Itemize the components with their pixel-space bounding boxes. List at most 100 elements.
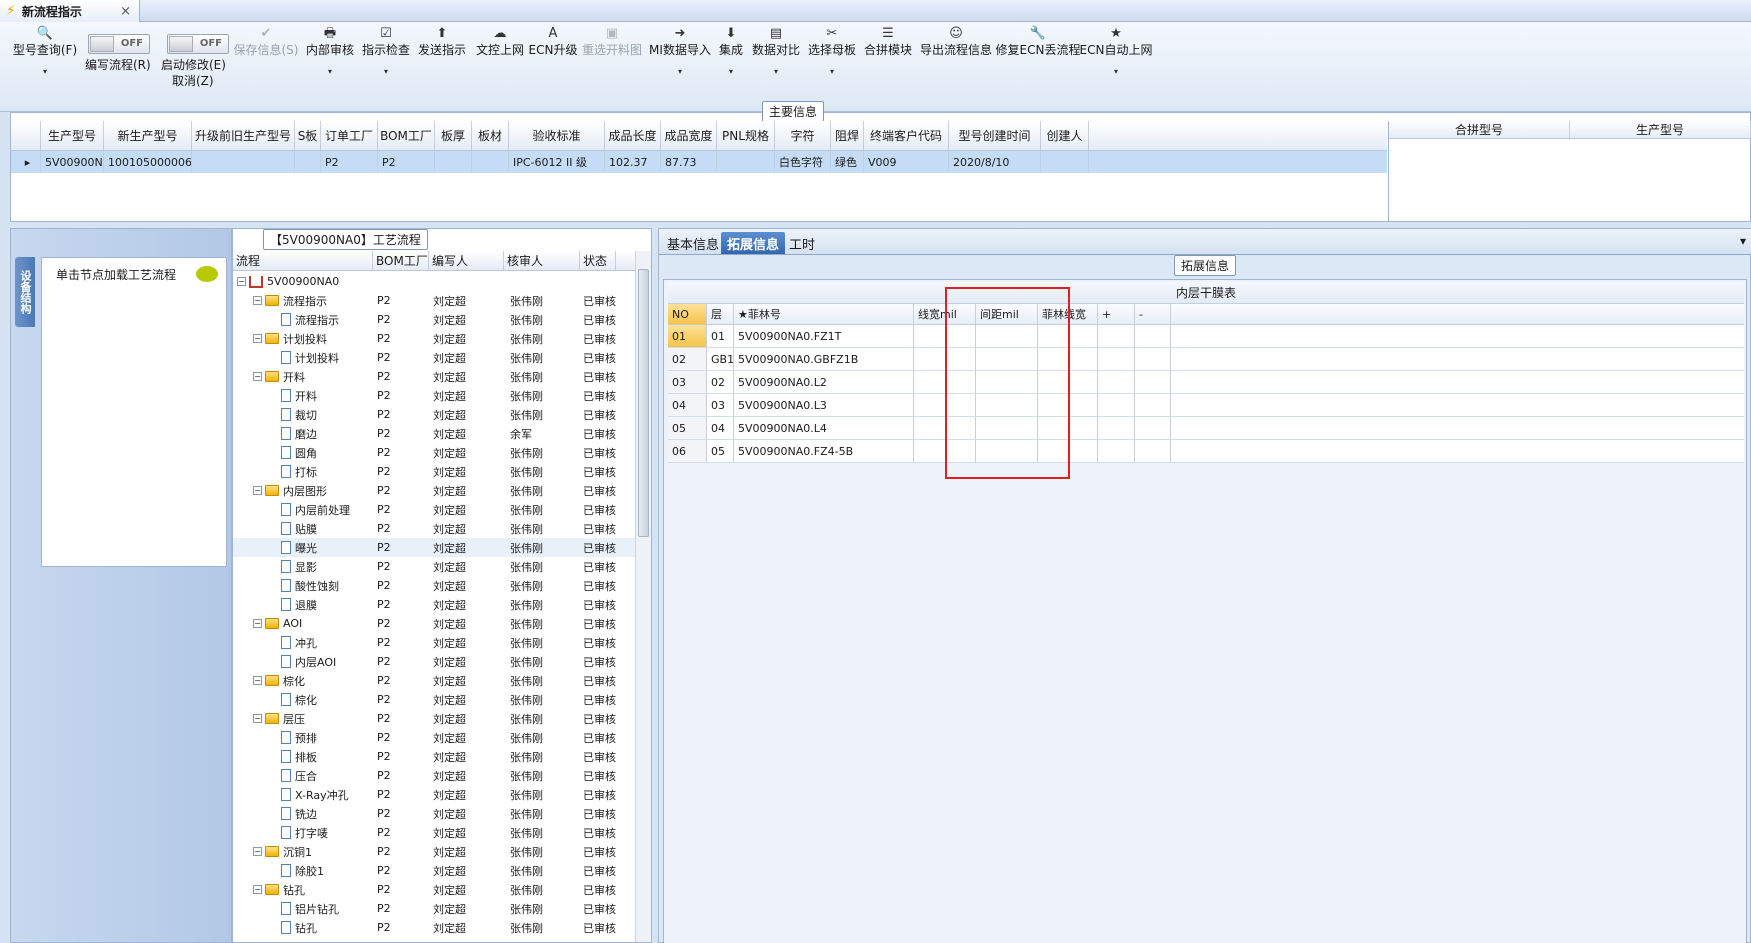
tree-col-header[interactable]: 核审人 [504,251,580,270]
panel-dropdown-icon[interactable]: ▾ [1740,234,1746,248]
tree-root-row[interactable]: − 5V00900NA0 [233,272,636,291]
ribbon-button-14[interactable]: 🔧 修复ECN丢流程 [996,26,1081,58]
ext-cell[interactable]: 03 [707,394,734,416]
ribbon-button-15[interactable]: ★ ECN自动上网 ▾ [1076,26,1156,80]
ext-cell[interactable] [1135,348,1171,370]
ext-cell[interactable]: 5V00900NA0.FZ1T [734,325,914,347]
main-cell[interactable]: 白色字符 [775,151,831,173]
dropdown-arrow-icon[interactable]: ▾ [830,64,834,80]
tree-row[interactable]: − 内层图形 P2 刘定超 张伟刚 已审核 [233,481,636,500]
tree-col-header[interactable]: 流程 [233,251,373,270]
main-col-header[interactable]: 板材 [472,121,509,150]
main-col-header[interactable]: 创建人 [1041,121,1089,150]
main-col-header[interactable]: PNL规格 [717,121,775,150]
ext-cell[interactable] [1135,417,1171,439]
main-cell[interactable]: P2 [321,151,378,173]
main-cell[interactable]: P2 [378,151,435,173]
tree-row[interactable]: − 层压 P2 刘定超 张伟刚 已审核 [233,709,636,728]
ext-row[interactable]: 05 04 5V00900NA0.L4 [668,417,1744,440]
tree-scrollbar[interactable] [635,251,651,942]
tree-row[interactable]: 钻孔 P2 刘定超 张伟刚 已审核 [233,918,636,937]
main-cell[interactable]: 10010500000669 [104,151,192,173]
collapse-icon[interactable]: − [237,277,246,286]
main-cell[interactable] [435,151,472,173]
ext-cell[interactable]: 04 [707,417,734,439]
tree-row[interactable]: 贴膜 P2 刘定超 张伟刚 已审核 [233,519,636,538]
tree-row[interactable]: 显影 P2 刘定超 张伟刚 已审核 [233,557,636,576]
main-col-header[interactable]: 阻焊 [831,121,864,150]
main-cell[interactable]: V009 [864,151,949,173]
merge-col-header[interactable]: 合拼型号 [1389,121,1570,138]
main-col-header[interactable]: 板厚 [435,121,472,150]
ext-cell[interactable] [1135,394,1171,416]
ext-cell[interactable]: 02 [668,348,707,370]
dropdown-arrow-icon[interactable]: ▾ [678,64,682,80]
main-cell[interactable]: 87.73 [661,151,717,173]
dropdown-arrow-icon[interactable]: ▾ [1114,64,1118,80]
main-cell[interactable] [472,151,509,173]
tree-row[interactable]: 铝片钻孔 P2 刘定超 张伟刚 已审核 [233,899,636,918]
ext-row[interactable]: 01 01 5V00900NA0.FZ1T [668,325,1744,348]
ribbon-button-13[interactable]: ☺ 导出流程信息 [916,26,996,58]
start-modify-toggle[interactable]: OFF [167,34,229,54]
tree-row[interactable]: 内层AOI P2 刘定超 张伟刚 已审核 [233,652,636,671]
main-cell[interactable] [1041,151,1089,173]
main-col-header[interactable]: 成品长度 [605,121,661,150]
collapse-icon[interactable]: − [253,676,262,685]
ribbon-button-0[interactable]: 🔍 型号查询(F) ▾ [5,26,85,80]
edit-flow-toggle[interactable]: OFF [88,34,150,54]
document-tab[interactable]: ⚡ 新流程指示 × [0,0,140,22]
collapse-icon[interactable]: − [253,619,262,628]
tree-row[interactable]: − 钻孔 P2 刘定超 张伟刚 已审核 [233,880,636,899]
ext-cell[interactable] [1098,348,1135,370]
tree-col-header[interactable]: 状态 [580,251,616,270]
collapse-icon[interactable]: − [253,296,262,305]
main-col-header[interactable]: 升级前旧生产型号 [192,121,295,150]
ext-row[interactable]: 03 02 5V00900NA0.L2 [668,371,1744,394]
dropdown-arrow-icon[interactable]: ▾ [729,64,733,80]
tree-row[interactable]: − 开料 P2 刘定超 张伟刚 已审核 [233,367,636,386]
ext-cell[interactable] [1098,394,1135,416]
ext-cell[interactable]: GB1 [707,348,734,370]
main-col-header[interactable]: BOM工厂 [378,121,435,150]
ext-col-header[interactable]: 层 [707,304,734,324]
ext-col-header[interactable]: ★菲林号 [734,304,914,324]
main-col-header[interactable]: S板 [295,121,321,150]
scrollbar-thumb[interactable] [638,269,649,537]
ext-cell[interactable]: 5V00900NA0.GBFZ1B [734,348,914,370]
tree-row[interactable]: 压合 P2 刘定超 张伟刚 已审核 [233,766,636,785]
dropdown-arrow-icon[interactable]: ▾ [774,64,778,80]
main-cell[interactable] [295,151,321,173]
tree-row[interactable]: 酸性蚀刻 P2 刘定超 张伟刚 已审核 [233,576,636,595]
tree-row[interactable]: 棕化 P2 刘定超 张伟刚 已审核 [233,690,636,709]
collapse-icon[interactable]: − [253,847,262,856]
tree-row[interactable]: − 计划投料 P2 刘定超 张伟刚 已审核 [233,329,636,348]
tree-col-header[interactable]: 编写人 [429,251,504,270]
ext-row[interactable]: 06 05 5V00900NA0.FZ4-5B [668,440,1744,463]
main-col-header[interactable]: 订单工厂 [321,121,378,150]
tree-row[interactable]: 预排 P2 刘定超 张伟刚 已审核 [233,728,636,747]
tree-row[interactable]: 退膜 P2 刘定超 张伟刚 已审核 [233,595,636,614]
ext-row[interactable]: 04 03 5V00900NA0.L3 [668,394,1744,417]
tree-col-header[interactable]: BOM工厂 [373,251,429,270]
collapse-icon[interactable]: − [253,334,262,343]
ext-cell[interactable]: 5V00900NA0.L4 [734,417,914,439]
main-grid-row[interactable]: ▸5V00900NA010010500000669 P2P2 IPC-6012 II… [11,151,1387,173]
ext-cell[interactable]: 05 [668,417,707,439]
tree-row[interactable]: 裁切 P2 刘定超 张伟刚 已审核 [233,405,636,424]
main-cell[interactable]: 2020/8/10 [949,151,1041,173]
tree-row[interactable]: 流程指示 P2 刘定超 张伟刚 已审核 [233,310,636,329]
vertical-tab-equipment[interactable]: 设备结构 [15,257,35,327]
tree-row[interactable]: 计划投料 P2 刘定超 张伟刚 已审核 [233,348,636,367]
ext-cell[interactable]: 5V00900NA0.FZ4-5B [734,440,914,462]
tree-row[interactable]: 排板 P2 刘定超 张伟刚 已审核 [233,747,636,766]
dropdown-arrow-icon[interactable]: ▾ [43,64,47,80]
ext-cell[interactable]: 05 [707,440,734,462]
main-cell[interactable]: 绿色 [831,151,864,173]
ext-cell[interactable]: 5V00900NA0.L2 [734,371,914,393]
ext-cell[interactable] [1098,325,1135,347]
tree-row[interactable]: 冲孔 P2 刘定超 张伟刚 已审核 [233,633,636,652]
main-col-header[interactable]: 成品宽度 [661,121,717,150]
ext-cell[interactable]: 5V00900NA0.L3 [734,394,914,416]
ext-cell[interactable]: 03 [668,371,707,393]
